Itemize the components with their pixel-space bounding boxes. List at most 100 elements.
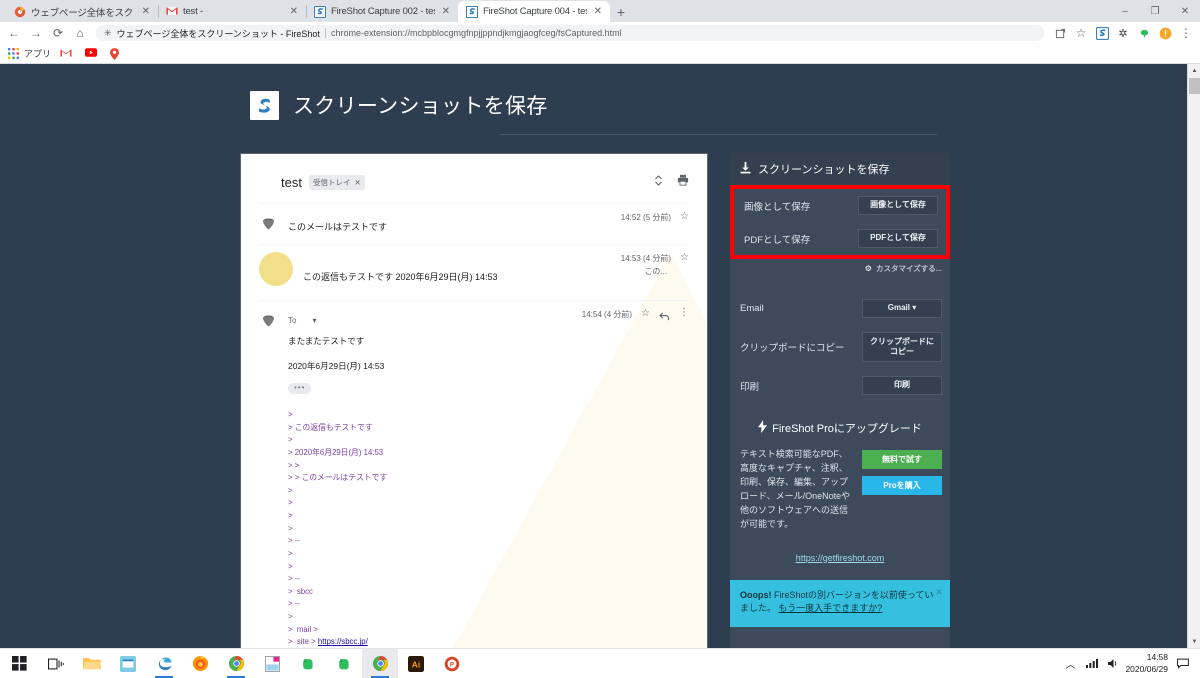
scrollbar-thumb[interactable] — [1189, 78, 1200, 94]
expand-collapse-icon[interactable] — [654, 173, 663, 191]
leaf-extension-icon[interactable] — [1134, 23, 1154, 43]
star-icon[interactable]: ☆ — [641, 309, 650, 319]
evernote-icon[interactable] — [290, 649, 326, 678]
fireshot-panel: スクリーンショットを保存 画像として保存 画像として保存 PDFとして保存 PD… — [730, 153, 950, 648]
browser-tab-1[interactable]: ウェブページ全体をスクリーンショット - ✕ — [6, 1, 158, 22]
email-gmail-button[interactable]: Gmail ▾ — [862, 299, 942, 318]
save-as-image-row: 画像として保存 画像として保存 — [734, 189, 946, 222]
print-button[interactable]: 印刷 — [862, 376, 942, 395]
extension-icon: ✳ — [104, 27, 112, 38]
page-title: スクリーンショットを保存 — [293, 95, 548, 118]
store-icon[interactable] — [110, 649, 146, 678]
page-scrollbar[interactable]: ▲ ▼ — [1187, 64, 1200, 648]
browser-tab-1-close[interactable]: ✕ — [140, 6, 152, 17]
copy-to-clipboard-button[interactable]: クリップボードに コピー — [862, 332, 942, 362]
forward-icon[interactable]: → — [26, 23, 46, 43]
tray-network-icon[interactable] — [1081, 649, 1103, 678]
browser-tab-3-close[interactable]: ✕ — [440, 6, 452, 17]
inbox-label-chip[interactable]: 受信トレイ ✕ — [308, 174, 365, 190]
customize-link[interactable]: ⚙ カスタマイズする... — [730, 259, 950, 274]
star-icon[interactable]: ☆ — [680, 253, 689, 263]
profile-warning-icon[interactable] — [1155, 23, 1175, 43]
scrollbar-down-arrow[interactable]: ▼ — [1188, 635, 1200, 648]
bookmark-youtube[interactable] — [85, 47, 101, 60]
email-message-row[interactable]: この返信もテストです 2020年6月29日(月) 14:53 14:53 (4 … — [259, 244, 689, 300]
new-tab-button[interactable]: + — [610, 2, 632, 22]
scrollbar-up-arrow[interactable]: ▲ — [1188, 64, 1200, 77]
firefox-icon[interactable] — [182, 649, 218, 678]
reload-icon[interactable]: ⟳ — [48, 23, 68, 43]
bookmark-apps[interactable]: アプリ — [8, 47, 51, 60]
chrome-menu-icon[interactable]: ⋮ — [1176, 23, 1196, 43]
window-maximize-button[interactable]: ❐ — [1140, 0, 1170, 22]
browser-toolbar: ← → ⟳ ⌂ ✳ ウェブページ全体をスクリーンショット - FireShot … — [0, 22, 1200, 44]
address-bar-url: chrome-extension://mcbpblocgmgfnpjjppndj… — [330, 28, 622, 38]
browser-tab-3[interactable]: FireShot Capture 002 - test - ✕ — [306, 1, 458, 22]
save-actions-highlight: 画像として保存 画像として保存 PDFとして保存 PDFとして保存 — [730, 185, 950, 259]
task-view-icon[interactable] — [38, 649, 74, 678]
pro-upgrade-heading: FireShot Proにアップグレード — [730, 402, 950, 448]
browser-tab-2[interactable]: test - ✕ — [158, 1, 306, 22]
print-label: 印刷 — [740, 381, 760, 393]
file-explorer-icon[interactable] — [74, 649, 110, 678]
back-icon[interactable]: ← — [4, 23, 24, 43]
share-icon[interactable] — [1050, 23, 1070, 43]
notice-close-icon[interactable]: ✕ — [935, 586, 943, 600]
reply-arrow-icon[interactable] — [659, 309, 670, 325]
address-bar-title: ウェブページ全体をスクリーンショット - FireShot — [116, 28, 320, 39]
notes-icon[interactable] — [254, 649, 290, 678]
chevron-down-icon[interactable]: ▾ — [312, 316, 316, 325]
bookmark-star-icon[interactable]: ☆ — [1071, 23, 1091, 43]
taskbar-clock[interactable]: 14:58 2020/06/29 — [1125, 652, 1172, 675]
window-minimize-button[interactable]: ‒ — [1110, 0, 1140, 22]
email-timestamp: 14:52 (5 分前) — [620, 213, 672, 222]
screenshot-preview[interactable]: test 受信トレイ ✕ このメールはテストです 14:52 (5 分前) ☆ … — [240, 153, 708, 648]
quote-line: > site > https://sbcc.jp/ — [288, 637, 368, 647]
powerpoint-icon[interactable]: P — [434, 649, 470, 678]
getfireshot-link-row: https://getfireshot.com — [730, 532, 950, 580]
address-bar[interactable]: ✳ ウェブページ全体をスクリーンショット - FireShot chrome-e… — [96, 25, 1044, 41]
fireshot-extension-icon[interactable] — [1092, 23, 1112, 43]
tab-separator — [158, 5, 159, 18]
notification-center-icon[interactable] — [1172, 649, 1194, 678]
windows-start-icon[interactable] — [0, 649, 38, 678]
quote-line: > — [288, 410, 293, 419]
inbox-label-remove-icon[interactable]: ✕ — [354, 178, 360, 187]
notice-link[interactable]: もう一度入手できますか? — [779, 603, 883, 613]
save-as-image-button[interactable]: 画像として保存 — [858, 196, 938, 215]
evernote-2-icon[interactable] — [326, 649, 362, 678]
more-vertical-icon[interactable]: ⋮ — [679, 308, 689, 318]
quote-line: > — [288, 485, 293, 495]
fireshot-chrome-icon — [14, 6, 26, 18]
panel-spacer — [730, 274, 950, 290]
chrome-active-icon[interactable] — [362, 648, 398, 678]
panel-header: スクリーンショットを保存 — [730, 153, 950, 185]
home-icon[interactable]: ⌂ — [70, 23, 90, 43]
quoted-url-link[interactable]: https://sbcc.jp/ — [318, 637, 368, 646]
notice-bold-text: Ooops! — [740, 589, 772, 600]
printer-icon[interactable] — [677, 173, 689, 191]
show-trimmed-content-button[interactable]: ••• — [288, 383, 312, 394]
buy-pro-button[interactable]: Proを購入 — [862, 476, 942, 495]
tray-chevron-up-icon[interactable]: ︿ — [1059, 649, 1081, 678]
gmail-icon — [60, 48, 72, 60]
save-as-pdf-button[interactable]: PDFとして保存 — [858, 229, 938, 248]
email-message-row[interactable]: このメールはテストです 14:52 (5 分前) ☆ — [259, 203, 689, 244]
browser-tab-4[interactable]: FireShot Capture 004 - test - ✕ — [458, 1, 610, 22]
puzzle-extension-icon[interactable]: ✲ — [1113, 23, 1133, 43]
fireshot-s-logo — [250, 90, 279, 120]
illustrator-icon[interactable]: Ai — [398, 649, 434, 678]
chrome-icon[interactable] — [218, 649, 254, 678]
browser-tab-2-close[interactable]: ✕ — [288, 6, 300, 17]
getfireshot-link[interactable]: https://getfireshot.com — [796, 553, 885, 563]
browser-tab-4-close[interactable]: ✕ — [592, 6, 604, 17]
try-free-button[interactable]: 無料で試す — [862, 450, 942, 469]
quote-line: > sbcc — [288, 586, 313, 596]
bookmark-maps[interactable] — [110, 47, 126, 60]
tray-volume-icon[interactable] — [1103, 649, 1125, 678]
email-body-text: またまたテストです — [288, 336, 365, 346]
window-close-button[interactable]: ✕ — [1170, 0, 1200, 22]
edge-icon[interactable] — [146, 649, 182, 678]
bookmark-gmail[interactable] — [60, 48, 76, 60]
star-icon[interactable]: ☆ — [680, 212, 689, 222]
